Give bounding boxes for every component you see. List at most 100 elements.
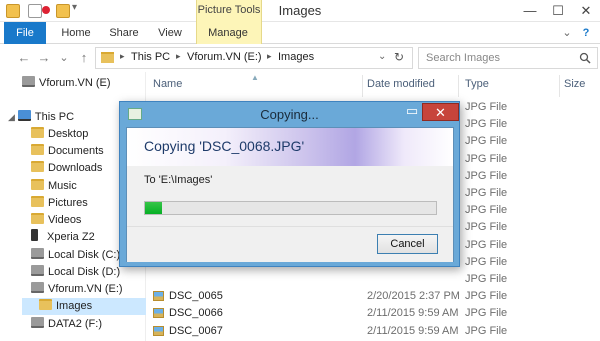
dialog-minimize-button[interactable]: ▭ bbox=[403, 103, 421, 121]
title-bar: ▾ Images — ☐ ✕ bbox=[0, 0, 600, 22]
maximize-button[interactable]: ☐ bbox=[544, 0, 572, 22]
window-title: Images bbox=[278, 3, 322, 18]
file-type: JPG File bbox=[465, 307, 508, 320]
file-type: JPG File bbox=[465, 118, 508, 131]
nav-item-pictures[interactable]: Pictures bbox=[31, 195, 88, 212]
destination-text: To 'E:\Images' bbox=[144, 174, 213, 186]
file-date: 2/20/2015 2:37 PM bbox=[367, 290, 460, 303]
tab-home[interactable]: Home bbox=[54, 22, 98, 44]
recent-locations-button[interactable]: ⌄ bbox=[56, 50, 72, 66]
breadcrumb-this-pc[interactable]: This PC bbox=[131, 51, 170, 63]
nav-item-label: Xperia Z2 bbox=[47, 231, 95, 243]
image-file-icon bbox=[153, 325, 164, 336]
drive-icon bbox=[31, 248, 44, 259]
file-type: JPG File bbox=[465, 169, 508, 182]
ribbon-expand-icon[interactable]: ⌄ bbox=[560, 22, 574, 44]
nav-item-label: Vforum.VN (E:) bbox=[48, 283, 123, 295]
column-header-date[interactable]: Date modified bbox=[367, 78, 435, 90]
nav-item-xperia[interactable]: Xperia Z2 bbox=[31, 229, 95, 246]
file-type: JPG File bbox=[465, 152, 508, 165]
file-name: DSC_0067 bbox=[169, 324, 223, 337]
column-header-type[interactable]: Type bbox=[465, 78, 489, 90]
help-icon[interactable]: ? bbox=[578, 22, 594, 44]
tab-view[interactable]: View bbox=[150, 22, 190, 44]
copy-progress-bar bbox=[144, 201, 437, 215]
file-name: DSC_0065 bbox=[169, 290, 223, 303]
file-type: JPG File bbox=[465, 204, 508, 217]
dialog-body: Copying 'DSC_0068.JPG' To 'E:\Images' Ca… bbox=[126, 127, 454, 262]
nav-item-label: Vforum.VN (E) bbox=[39, 77, 111, 89]
nav-item-vforum-e-drive[interactable]: Vforum.VN (E:) bbox=[31, 281, 123, 298]
image-file-icon bbox=[153, 291, 164, 302]
desktop-folder-icon bbox=[31, 127, 44, 138]
nav-item-label: Downloads bbox=[48, 162, 103, 174]
minimize-button[interactable]: — bbox=[516, 0, 544, 22]
file-date: 2/11/2015 9:59 AM bbox=[367, 324, 459, 337]
breadcrumb-separator: ▸ bbox=[120, 51, 125, 61]
nav-item-data2[interactable]: DATA2 (F:) bbox=[31, 316, 102, 333]
address-row: ← → ⌄ ↑ ▸ This PC ▸ Vforum.VN (E:) ▸ Ima… bbox=[0, 44, 600, 72]
drive-icon bbox=[31, 265, 44, 276]
copying-dialog: Copying... ▭ ✕ Copying 'DSC_0068.JPG' To… bbox=[119, 101, 460, 267]
cancel-button[interactable]: Cancel bbox=[377, 234, 438, 254]
nav-item-desktop[interactable]: Desktop bbox=[31, 126, 88, 143]
ribbon-tabs: Picture Tools File Home Share View Manag… bbox=[0, 0, 600, 44]
file-row[interactable]: DSC_0066 2/11/2015 9:59 AM JPG File bbox=[147, 304, 600, 322]
nav-item-label: Videos bbox=[48, 214, 82, 226]
nav-item-music[interactable]: Music bbox=[31, 178, 77, 195]
nav-item-local-disk-d[interactable]: Local Disk (D:) bbox=[31, 264, 120, 281]
dialog-footer: Cancel bbox=[127, 226, 453, 262]
address-dropdown-icon[interactable]: ⌄ bbox=[378, 51, 386, 62]
back-button[interactable]: ← bbox=[16, 50, 32, 66]
sort-up-icon: ▲ bbox=[251, 73, 259, 82]
nav-item-label: Pictures bbox=[48, 197, 88, 209]
nav-item-images[interactable]: Images bbox=[22, 298, 146, 315]
nav-item-downloads[interactable]: Downloads bbox=[31, 160, 102, 177]
file-type: JPG File bbox=[465, 255, 508, 268]
dialog-title-bar[interactable]: Copying... ▭ ✕ bbox=[120, 102, 459, 127]
search-icon[interactable] bbox=[579, 52, 591, 64]
column-header-name[interactable]: Name bbox=[153, 78, 182, 90]
file-row[interactable]: JPG File bbox=[147, 270, 600, 288]
close-button[interactable]: ✕ bbox=[572, 0, 600, 22]
nav-item-label: Images bbox=[56, 300, 93, 312]
breadcrumb-separator: ▸ bbox=[267, 51, 272, 61]
tab-share[interactable]: Share bbox=[104, 22, 144, 44]
documents-folder-icon bbox=[31, 144, 44, 155]
nav-item-videos[interactable]: Videos bbox=[31, 212, 81, 229]
search-input[interactable]: Search Images bbox=[426, 52, 500, 64]
expand-arrow-icon[interactable]: ◢ bbox=[8, 112, 15, 122]
search-box[interactable]: Search Images bbox=[418, 47, 598, 69]
up-button[interactable]: ↑ bbox=[76, 50, 92, 66]
column-divider[interactable] bbox=[362, 75, 363, 97]
phone-icon bbox=[31, 229, 38, 241]
dialog-close-button[interactable]: ✕ bbox=[422, 103, 459, 121]
nav-item-label: Local Disk (D:) bbox=[48, 266, 121, 278]
address-bar[interactable]: ▸ This PC ▸ Vforum.VN (E:) ▸ Images ⌄ ↻ bbox=[95, 47, 413, 69]
folder-icon bbox=[39, 299, 52, 310]
nav-item-label: Desktop bbox=[48, 128, 89, 140]
context-group-label: Picture Tools bbox=[197, 4, 261, 16]
tab-file[interactable]: File bbox=[4, 22, 46, 44]
refresh-icon[interactable]: ↻ bbox=[394, 50, 404, 64]
drive-icon bbox=[31, 282, 44, 293]
nav-item-this-pc[interactable]: ◢ This PC bbox=[8, 109, 74, 126]
nav-item-documents[interactable]: Documents bbox=[31, 143, 104, 160]
nav-item-label: Documents bbox=[48, 145, 104, 157]
dialog-header-banner: Copying 'DSC_0068.JPG' bbox=[127, 128, 453, 166]
nav-item-local-disk-c[interactable]: Local Disk (C:) bbox=[31, 247, 120, 264]
column-divider[interactable] bbox=[458, 75, 459, 97]
copying-file-heading: Copying 'DSC_0068.JPG' bbox=[144, 138, 305, 154]
nav-item-vforum-e[interactable]: Vforum.VN (E) bbox=[22, 75, 111, 92]
file-row[interactable]: DSC_0067 2/11/2015 9:59 AM JPG File bbox=[147, 322, 600, 340]
tab-manage[interactable]: Manage bbox=[200, 22, 256, 44]
nav-item-label: This PC bbox=[34, 111, 75, 123]
column-header-size[interactable]: Size bbox=[564, 78, 585, 90]
breadcrumb-images[interactable]: Images bbox=[278, 51, 314, 63]
forward-button[interactable]: → bbox=[36, 50, 52, 66]
drive-icon bbox=[31, 317, 44, 328]
file-row[interactable]: DSC_0065 2/20/2015 2:37 PM JPG File bbox=[147, 287, 600, 305]
drive-icon bbox=[22, 76, 35, 87]
column-divider[interactable] bbox=[559, 75, 560, 97]
breadcrumb-drive[interactable]: Vforum.VN (E:) bbox=[187, 51, 262, 63]
